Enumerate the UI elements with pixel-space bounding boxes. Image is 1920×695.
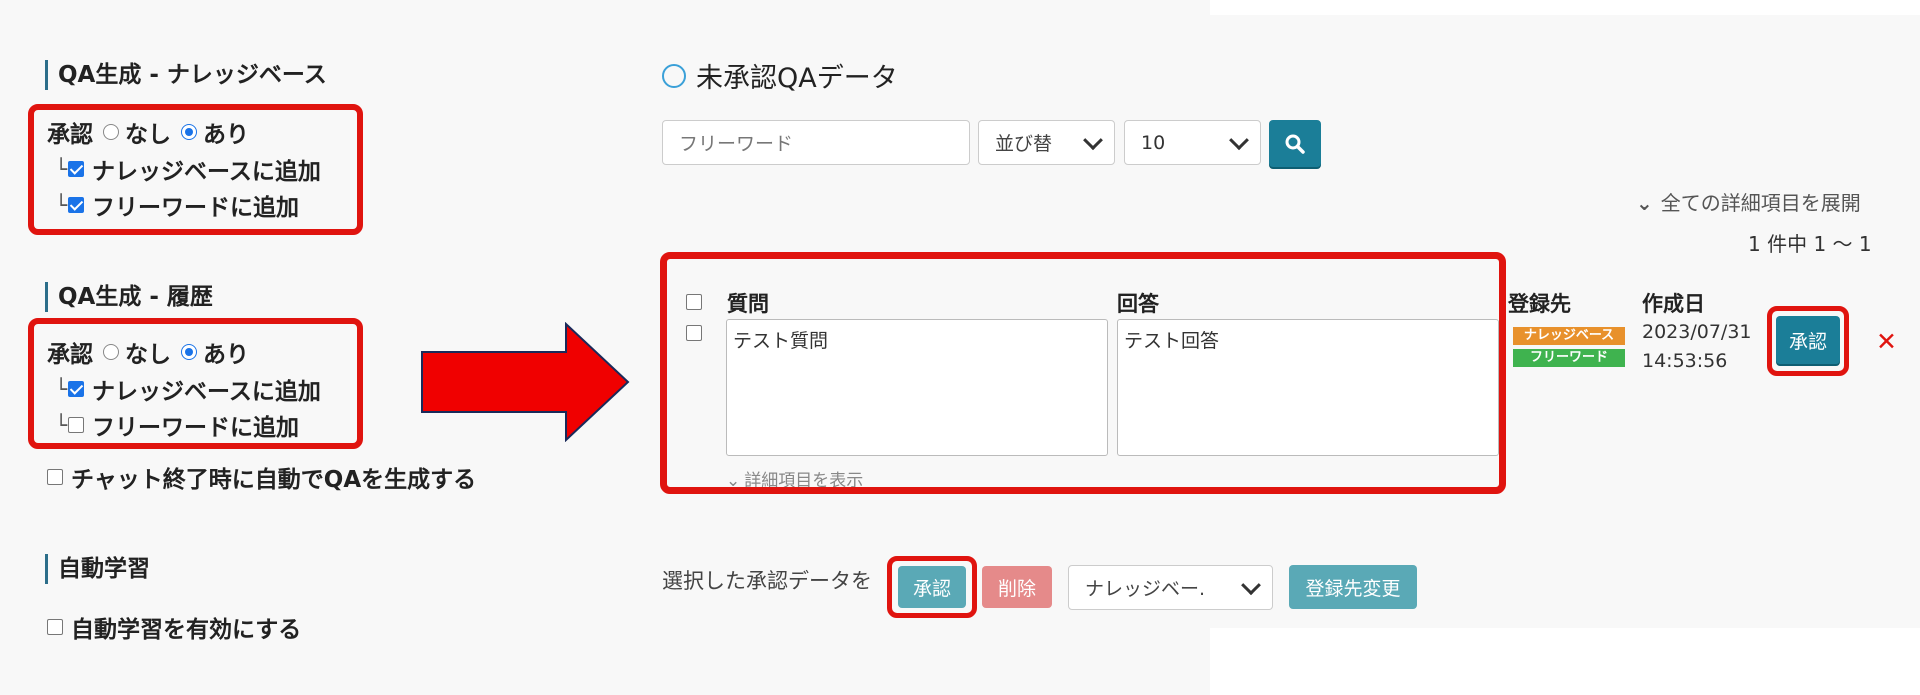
created-time: 14:53:56 (1642, 350, 1728, 372)
delete-icon[interactable]: ✕ (1876, 327, 1897, 356)
checkbox-label: チャット終了時に自動でQAを生成する (71, 467, 477, 493)
search-icon (1285, 134, 1305, 154)
bulk-delete-button[interactable]: 削除 (982, 566, 1052, 608)
expand-all-link[interactable]: ⌄ 全ての詳細項目を展開 (1636, 187, 1861, 216)
register-target-value: ナレッジベー. (1085, 578, 1206, 600)
badge-knowledge-base: ナレッジベース (1513, 327, 1625, 345)
highlight-box-row-approve (1767, 306, 1849, 376)
bulk-action-label: 選択した承認データを (662, 569, 872, 593)
highlight-box-bulk-approve (887, 556, 977, 618)
chat-end-auto-row: チャット終了時に自動でQAを生成する (47, 460, 476, 494)
highlight-box-kb (28, 104, 363, 235)
checkbox-chat-end-auto[interactable] (47, 469, 63, 485)
section-title-auto-learning: 自動学習 (45, 554, 150, 584)
search-button[interactable] (1269, 120, 1321, 167)
sort-select-value: 並び替 (995, 133, 1053, 155)
register-target-select[interactable]: ナレッジベー. (1068, 565, 1273, 610)
search-placeholder: フリーワード (679, 133, 794, 155)
circle-icon (662, 63, 686, 88)
highlight-box-history (28, 318, 363, 449)
expand-all-text: 全ての詳細項目を展開 (1660, 191, 1861, 215)
arrow-right-icon (421, 322, 630, 442)
badge-freeword: フリーワード (1513, 349, 1625, 367)
highlight-box-table (660, 252, 1506, 494)
result-count: 1 件中 1 〜 1 (1748, 232, 1872, 256)
double-chevron-icon: ⌄ (1636, 191, 1653, 215)
sort-select[interactable]: 並び替 (978, 120, 1115, 165)
section-title-qa-kb: QA生成 - ナレッジベース (45, 60, 327, 90)
bg-patch-top (1210, 0, 1920, 15)
section-title-qa-history: QA生成 - 履歴 (45, 282, 213, 312)
freeword-search-input[interactable]: フリーワード (662, 120, 970, 165)
col-header-created: 作成日 (1642, 292, 1705, 316)
change-register-button[interactable]: 登録先変更 (1289, 565, 1417, 609)
panel-title: 未承認QAデータ (662, 56, 898, 95)
checkbox-auto-learning[interactable] (47, 619, 63, 635)
chevron-down-icon (1241, 574, 1261, 595)
panel-title-text: 未承認QAデータ (696, 63, 898, 94)
chevron-down-icon (1229, 129, 1249, 150)
col-header-register: 登録先 (1508, 292, 1571, 316)
checkbox-label: 自動学習を有効にする (71, 617, 302, 643)
created-date: 2023/07/31 (1642, 321, 1752, 343)
chevron-down-icon (1083, 129, 1103, 150)
per-page-value: 10 (1141, 131, 1166, 154)
per-page-select[interactable]: 10 (1124, 120, 1261, 165)
auto-learning-row: 自動学習を有効にする (47, 610, 301, 644)
bg-patch-bottom (1210, 628, 1920, 695)
